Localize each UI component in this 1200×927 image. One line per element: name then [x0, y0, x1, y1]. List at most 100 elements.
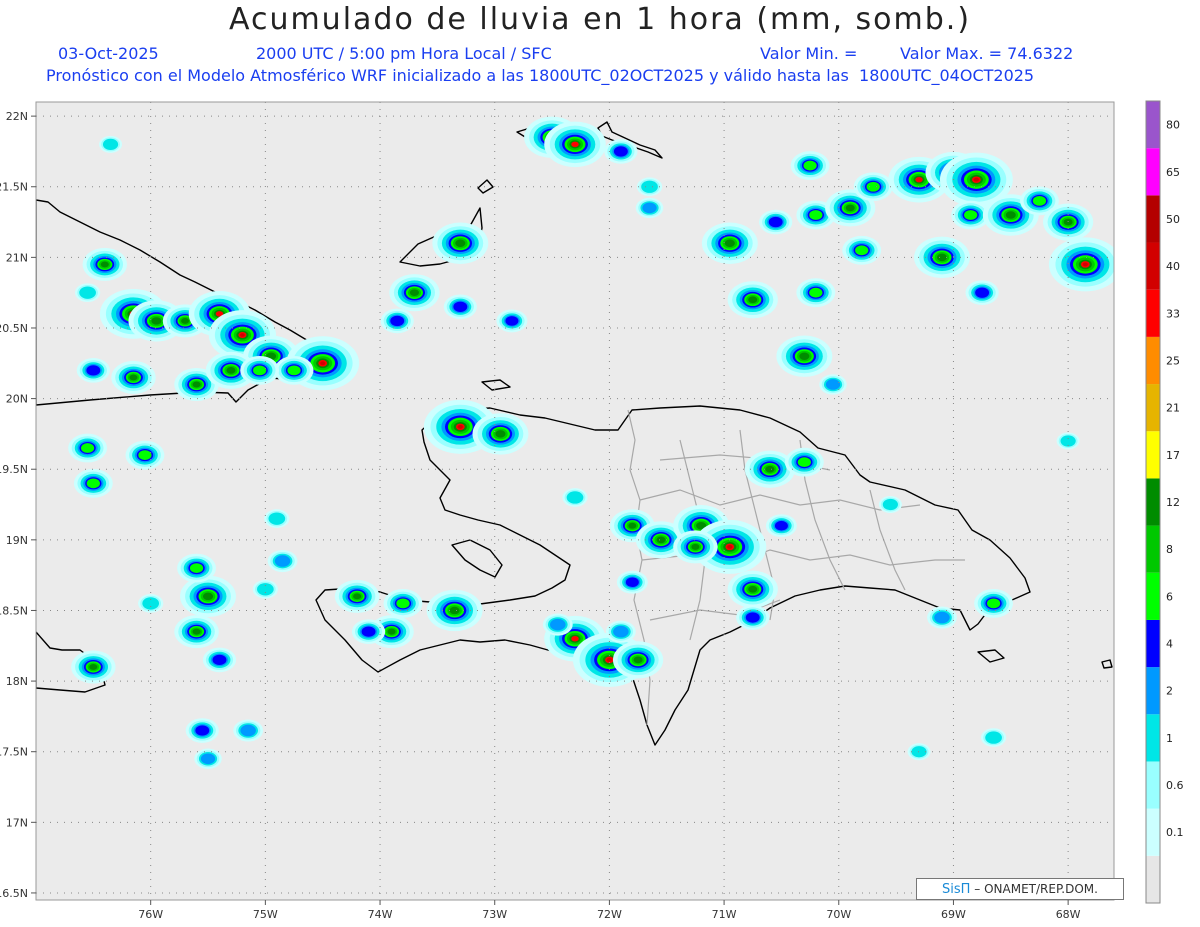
rain-contour [985, 731, 1002, 744]
rain-contour [633, 656, 643, 664]
rain-cell [907, 743, 931, 761]
rain-cell [542, 613, 573, 636]
colorbar-label: 17 [1166, 449, 1180, 462]
rain-cell [125, 440, 165, 470]
rain-cell [765, 514, 797, 538]
colorbar-label: 12 [1166, 496, 1180, 509]
colorbar-segment [1146, 761, 1160, 809]
rain-contour [1060, 435, 1076, 447]
rain-cell [76, 358, 110, 383]
rain-contour [825, 379, 841, 390]
rain-contour [571, 635, 579, 642]
lat-label: 21N [6, 251, 28, 264]
rain-contour [202, 592, 214, 601]
rain-contour [628, 522, 637, 529]
rain-contour [396, 598, 410, 609]
rain-contour [727, 545, 733, 549]
rain-cell [927, 606, 957, 629]
lat-label: 20N [6, 393, 28, 406]
rain-contour [89, 663, 98, 670]
rain-contour [973, 177, 979, 182]
rain-contour [845, 204, 855, 212]
rain-cell [636, 177, 663, 197]
rain-contour [724, 239, 735, 247]
colorbar-segment [1146, 667, 1160, 715]
rain-contour [606, 658, 612, 662]
rain-contour [240, 333, 245, 337]
rain-contour [1063, 218, 1073, 226]
colorbar-segment [1146, 808, 1160, 856]
rain-cell [562, 488, 588, 507]
rain-cell [73, 468, 113, 498]
rain-contour [212, 654, 227, 666]
rain-cell [389, 274, 440, 312]
rain-cell [980, 728, 1007, 747]
colorbar-label: 40 [1166, 260, 1180, 273]
colorbar-labels: 0.10.612468121721253340506580 [1166, 119, 1184, 840]
lat-label: 20.5N [0, 322, 28, 335]
lon-label: 68W [1056, 908, 1081, 921]
rain-cell [974, 588, 1014, 618]
colorbar-label: 25 [1166, 354, 1180, 367]
colorbar-label: 21 [1166, 402, 1180, 415]
rain-contour [129, 374, 138, 381]
colorbar-label: 6 [1166, 590, 1173, 603]
rain-contour [765, 465, 775, 473]
lat-label: 19.5N [0, 463, 28, 476]
rain-cell [727, 281, 778, 319]
rain-cell [776, 335, 833, 377]
rain-cell [673, 530, 718, 564]
lat-label: 18N [6, 675, 28, 688]
lon-label: 73W [482, 908, 507, 921]
rain-contour [86, 478, 100, 489]
rain-contour [200, 753, 216, 765]
rainfall-map: 76W75W74W73W72W71W70W69W68W22N21.5N21N20… [0, 100, 1184, 921]
rain-contour [797, 457, 811, 468]
lon-label: 74W [368, 908, 393, 921]
rain-contour [257, 583, 274, 596]
rain-contour [748, 296, 758, 304]
lat-label: 16.5N [0, 887, 28, 900]
rain-contour [138, 450, 152, 460]
rain-contour [100, 261, 109, 268]
colorbar-segment [1146, 855, 1160, 903]
rain-cell [965, 280, 999, 305]
lat-label: 17.5N [0, 746, 28, 759]
lat-label: 19N [6, 534, 28, 547]
rain-contour [505, 316, 519, 326]
rain-cell [496, 309, 528, 333]
rain-contour [986, 598, 1001, 609]
rain-contour [181, 317, 190, 324]
rain-contour [855, 245, 869, 256]
rain-contour [882, 498, 898, 511]
lat-label: 18.5N [0, 604, 28, 617]
rain-contour [151, 317, 162, 325]
colorbar-segment [1146, 431, 1160, 479]
rain-cell [759, 209, 793, 235]
rain-cell [185, 718, 219, 743]
rain-cell [274, 355, 314, 385]
rain-cell [842, 235, 882, 265]
rain-contour [915, 176, 923, 183]
rain-cell [194, 748, 222, 769]
rain-cell [383, 588, 423, 618]
rain-cell [267, 549, 298, 573]
lon-label: 76W [138, 908, 163, 921]
rain-cell [351, 619, 386, 644]
rain-contour [1032, 195, 1047, 206]
colorbar-segment [1146, 195, 1160, 243]
rain-contour [748, 585, 758, 593]
credit-brand: SisΠ [942, 882, 971, 897]
rain-contour [774, 520, 788, 531]
rain-cell [1056, 432, 1080, 450]
rain-cell [233, 719, 264, 742]
rain-contour [102, 138, 119, 150]
rain-contour [641, 180, 658, 193]
rain-contour [809, 210, 823, 220]
colorbar-label: 80 [1166, 119, 1180, 132]
rain-contour [656, 536, 666, 544]
rain-contour [287, 365, 301, 376]
rain-cell [853, 172, 893, 202]
colorbar-label: 8 [1166, 543, 1173, 556]
rain-contour [613, 146, 628, 157]
